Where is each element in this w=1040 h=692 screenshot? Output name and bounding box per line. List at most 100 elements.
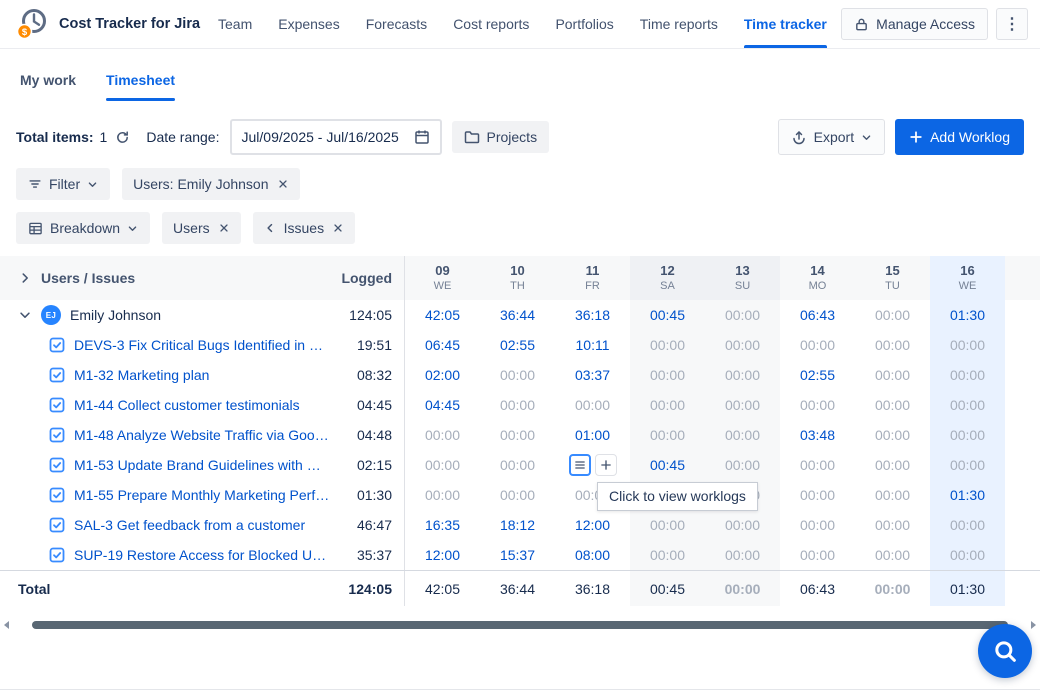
worklog-value[interactable]: 06:45 xyxy=(425,337,460,353)
filter-chip-users-emily-johnson[interactable]: Users: Emily Johnson xyxy=(122,168,299,200)
worklog-cell[interactable]: 00:00 xyxy=(705,330,780,360)
worklog-cell[interactable]: 00:00 xyxy=(480,450,555,480)
worklog-cell[interactable]: 00:00 xyxy=(705,510,780,540)
worklog-value[interactable]: 01:00 xyxy=(575,427,610,443)
worklog-cell[interactable]: 36:18 xyxy=(555,300,630,330)
chevron-down-icon[interactable] xyxy=(18,308,32,322)
worklog-cell[interactable]: 42:05 xyxy=(405,571,480,606)
worklog-value[interactable]: 01:30 xyxy=(950,307,985,323)
worklog-cell[interactable]: 00:00 xyxy=(630,540,705,570)
worklog-cell[interactable]: 36:18 xyxy=(555,571,630,606)
date-range-input[interactable]: Jul/09/2025 - Jul/16/2025 xyxy=(230,119,442,155)
worklog-value[interactable]: 36:18 xyxy=(575,307,610,323)
worklog-cell[interactable]: 00:00 xyxy=(705,360,780,390)
worklog-value[interactable]: 06:43 xyxy=(800,307,835,323)
worklog-cell[interactable]: 00:00 xyxy=(780,510,855,540)
calendar-icon[interactable] xyxy=(414,129,430,145)
issue-link[interactable]: DEVS-3 Fix Critical Bugs Identified in B… xyxy=(74,337,330,353)
issue-link[interactable]: M1-53 Update Brand Guidelines with New V… xyxy=(74,457,330,473)
worklog-value[interactable]: 02:55 xyxy=(500,337,535,353)
worklog-cell[interactable]: 00:00 xyxy=(630,330,705,360)
worklog-cell[interactable]: 15:37 xyxy=(480,540,555,570)
breakdown-chip-issues[interactable]: Issues xyxy=(253,212,355,244)
worklog-cell[interactable]: 00:00 xyxy=(930,390,1005,420)
worklog-cell[interactable]: 02:00 xyxy=(405,360,480,390)
worklog-cell[interactable]: 00:00 xyxy=(705,571,780,606)
worklog-cell[interactable]: 00:00 xyxy=(630,360,705,390)
worklog-value[interactable]: 00:45 xyxy=(650,457,685,473)
help-button[interactable] xyxy=(978,624,1032,678)
worklog-cell[interactable]: 36:44 xyxy=(480,300,555,330)
worklog-value[interactable]: 03:37 xyxy=(575,367,610,383)
worklog-cell[interactable]: 00:00 xyxy=(405,480,480,510)
worklog-cell[interactable]: 00:00 xyxy=(855,390,930,420)
scroll-right-arrow-icon[interactable] xyxy=(1028,620,1038,630)
worklog-cell[interactable]: 00:00 xyxy=(630,420,705,450)
worklog-cell[interactable]: 03:48 xyxy=(780,420,855,450)
add-worklog-cell-button[interactable] xyxy=(595,454,617,476)
nav-item-time-reports[interactable]: Time reports xyxy=(640,0,718,48)
worklog-value[interactable]: 15:37 xyxy=(500,547,535,563)
worklog-cell[interactable]: 00:00 xyxy=(705,300,780,330)
worklog-cell[interactable]: 01:30 xyxy=(930,571,1005,606)
worklog-cell[interactable]: 00:00 xyxy=(780,330,855,360)
view-worklogs-button[interactable] xyxy=(569,454,591,476)
worklog-cell[interactable]: 00:00 xyxy=(780,450,855,480)
worklog-value[interactable]: 12:00 xyxy=(425,547,460,563)
worklog-value[interactable]: 36:44 xyxy=(500,307,535,323)
worklog-cell[interactable]: 00:45 xyxy=(630,571,705,606)
worklog-cell[interactable]: 00:00 xyxy=(930,330,1005,360)
worklog-value[interactable]: 42:05 xyxy=(425,307,460,323)
worklog-cell[interactable]: 00:00 xyxy=(855,450,930,480)
worklog-cell[interactable]: 00:00 xyxy=(855,571,930,606)
worklog-cell[interactable]: 00:00 xyxy=(555,390,630,420)
worklog-cell[interactable]: 00:00 xyxy=(855,300,930,330)
nav-item-time-tracker[interactable]: Time tracker xyxy=(744,0,827,48)
worklog-cell[interactable]: 00:00 xyxy=(930,360,1005,390)
worklog-cell[interactable]: 12:00 xyxy=(555,510,630,540)
scroll-left-arrow-icon[interactable] xyxy=(2,620,12,630)
worklog-cell[interactable]: 16:35 xyxy=(405,510,480,540)
close-icon[interactable] xyxy=(332,222,344,234)
tab-my-work[interactable]: My work xyxy=(20,72,76,101)
breakdown-chip-users[interactable]: Users xyxy=(162,212,241,244)
worklog-cell[interactable]: 00:00 xyxy=(780,540,855,570)
worklog-cell[interactable]: 02:55 xyxy=(780,360,855,390)
worklog-cell[interactable]: 12:00 xyxy=(405,540,480,570)
worklog-cell[interactable]: 00:00 xyxy=(705,390,780,420)
worklog-value[interactable]: 02:55 xyxy=(800,367,835,383)
worklog-value[interactable]: 10:11 xyxy=(576,337,610,353)
worklog-cell[interactable]: 00:00 xyxy=(930,510,1005,540)
worklog-cell[interactable]: 00:00 xyxy=(705,540,780,570)
refresh-icon[interactable] xyxy=(115,130,130,145)
worklog-value[interactable]: 04:45 xyxy=(425,397,460,413)
worklog-cell[interactable]: 06:43 xyxy=(780,300,855,330)
worklog-cell[interactable]: 00:00 xyxy=(405,450,480,480)
issue-link[interactable]: M1-55 Prepare Monthly Marketing Performa… xyxy=(74,487,330,503)
worklog-value[interactable]: 06:43 xyxy=(800,581,835,597)
worklog-value[interactable]: 36:18 xyxy=(575,581,610,597)
worklog-cell[interactable]: 00:00 xyxy=(630,390,705,420)
chevron-right-icon[interactable] xyxy=(18,271,32,285)
worklog-cell[interactable] xyxy=(555,450,630,480)
issue-link[interactable]: M1-44 Collect customer testimonials xyxy=(74,397,300,413)
worklog-cell[interactable]: 00:00 xyxy=(780,390,855,420)
manage-access-button[interactable]: Manage Access xyxy=(841,8,988,40)
worklog-value[interactable]: 02:00 xyxy=(425,367,460,383)
worklog-cell[interactable]: 06:43 xyxy=(780,571,855,606)
export-button[interactable]: Export xyxy=(778,119,885,155)
worklog-cell[interactable]: 10:11 xyxy=(555,330,630,360)
worklog-cell[interactable]: 00:00 xyxy=(855,330,930,360)
worklog-cell[interactable]: 00:00 xyxy=(405,420,480,450)
worklog-cell[interactable]: 36:44 xyxy=(480,571,555,606)
worklog-cell[interactable]: 00:00 xyxy=(630,510,705,540)
worklog-value[interactable]: 00:45 xyxy=(650,581,685,597)
projects-button[interactable]: Projects xyxy=(452,121,550,153)
issue-link[interactable]: SAL-3 Get feedback from a customer xyxy=(74,517,305,533)
worklog-value[interactable]: 12:00 xyxy=(575,517,610,533)
worklog-cell[interactable]: 08:00 xyxy=(555,540,630,570)
worklog-cell[interactable]: 06:45 xyxy=(405,330,480,360)
breakdown-button[interactable]: Breakdown xyxy=(16,212,150,244)
worklog-cell[interactable]: 00:00 xyxy=(855,540,930,570)
worklog-cell[interactable]: 00:00 xyxy=(855,360,930,390)
